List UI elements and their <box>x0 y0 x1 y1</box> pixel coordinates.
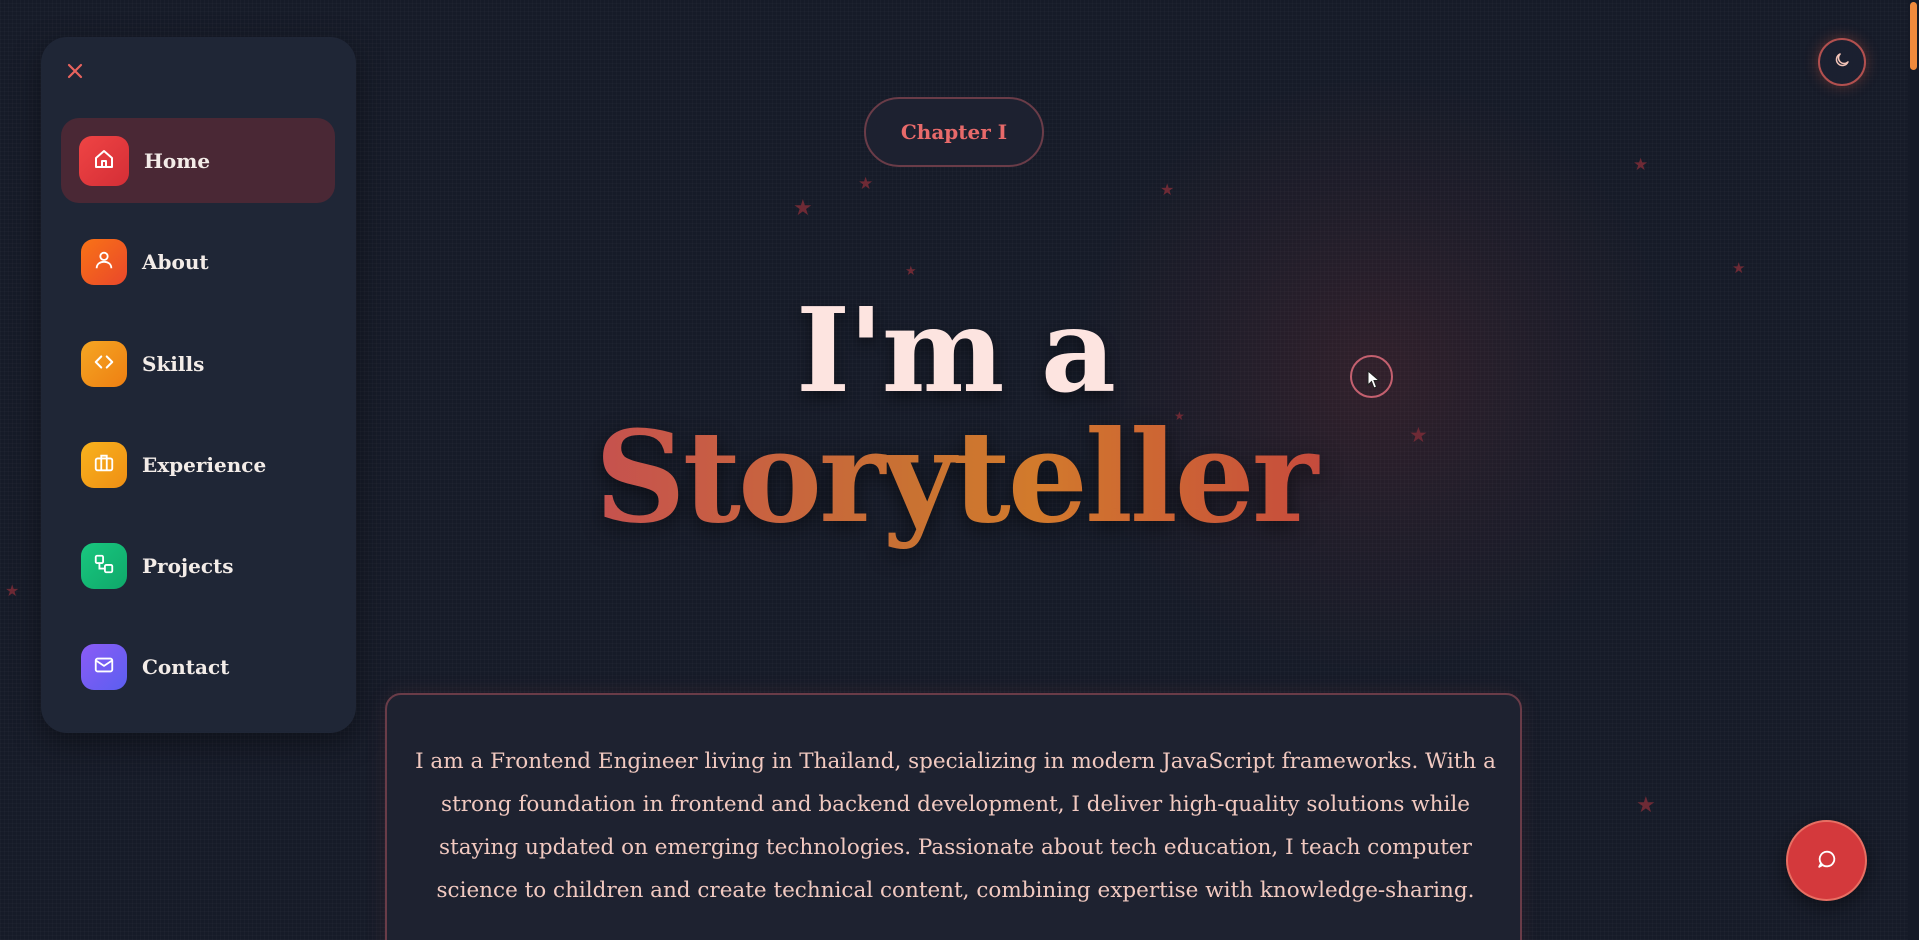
home-icon <box>92 147 116 175</box>
nav-label-home: Home <box>144 148 211 173</box>
scrollbar-thumb[interactable] <box>1910 2 1917 70</box>
mouse-cursor-icon <box>1367 369 1381 394</box>
headline-title: Storyteller <box>555 403 1355 551</box>
chat-bubble-icon <box>1816 848 1838 874</box>
user-icon <box>93 249 115 275</box>
nav-item-experience[interactable]: Experience <box>61 422 335 507</box>
page-scrollbar[interactable] <box>1908 0 1919 940</box>
mail-icon <box>93 654 115 680</box>
nav-icon-box <box>81 542 127 589</box>
flow-icon <box>93 553 115 579</box>
star-decoration: ★ <box>1636 793 1656 818</box>
nav-icon-box <box>81 238 127 285</box>
theme-toggle-button[interactable] <box>1818 38 1866 86</box>
page: ★ ★ ★ ★ ★ ★ ★ ★ ★ ★ ★ ★ Home <box>0 0 1919 940</box>
nav-item-skills[interactable]: Skills <box>61 321 335 406</box>
star-decoration: ★ <box>1409 423 1428 447</box>
nav-item-home[interactable]: Home <box>61 118 335 203</box>
star-decoration: ★ <box>1732 259 1746 277</box>
close-icon <box>65 61 85 85</box>
star-decoration: ★ <box>5 581 20 600</box>
nav-label-contact: Contact <box>142 654 230 679</box>
star-decoration: ★ <box>1160 180 1175 199</box>
star-decoration: ★ <box>793 196 813 221</box>
nav-icon-box <box>81 340 127 387</box>
bio-text: I am a Frontend Engineer living in Thail… <box>415 749 1496 903</box>
nav-icon-box <box>81 441 127 488</box>
headline-intro: I'm a <box>795 283 1116 419</box>
nav-label-skills: Skills <box>142 351 205 376</box>
star-decoration: ★ <box>858 174 874 194</box>
moon-icon <box>1833 51 1851 73</box>
chapter-badge[interactable]: Chapter I <box>864 97 1044 167</box>
nav-label-projects: Projects <box>142 553 234 578</box>
nav-item-contact[interactable]: Contact <box>61 624 335 709</box>
chat-button[interactable] <box>1786 820 1867 901</box>
nav-label-experience: Experience <box>142 452 267 477</box>
nav-label-about: About <box>142 249 209 274</box>
nav-item-projects[interactable]: Projects <box>61 523 335 608</box>
close-sidebar-button[interactable] <box>55 53 95 93</box>
nav-icon-box <box>79 135 129 186</box>
bio-card: I am a Frontend Engineer living in Thail… <box>385 693 1522 940</box>
briefcase-icon <box>93 452 115 478</box>
star-decoration: ★ <box>1633 155 1649 175</box>
sidebar-nav: Home About Skills Experience Projects Co… <box>41 37 356 733</box>
star-decoration: ★ <box>905 264 917 279</box>
nav-item-about[interactable]: About <box>61 219 335 304</box>
code-icon <box>93 351 115 377</box>
nav-icon-box <box>81 643 127 690</box>
